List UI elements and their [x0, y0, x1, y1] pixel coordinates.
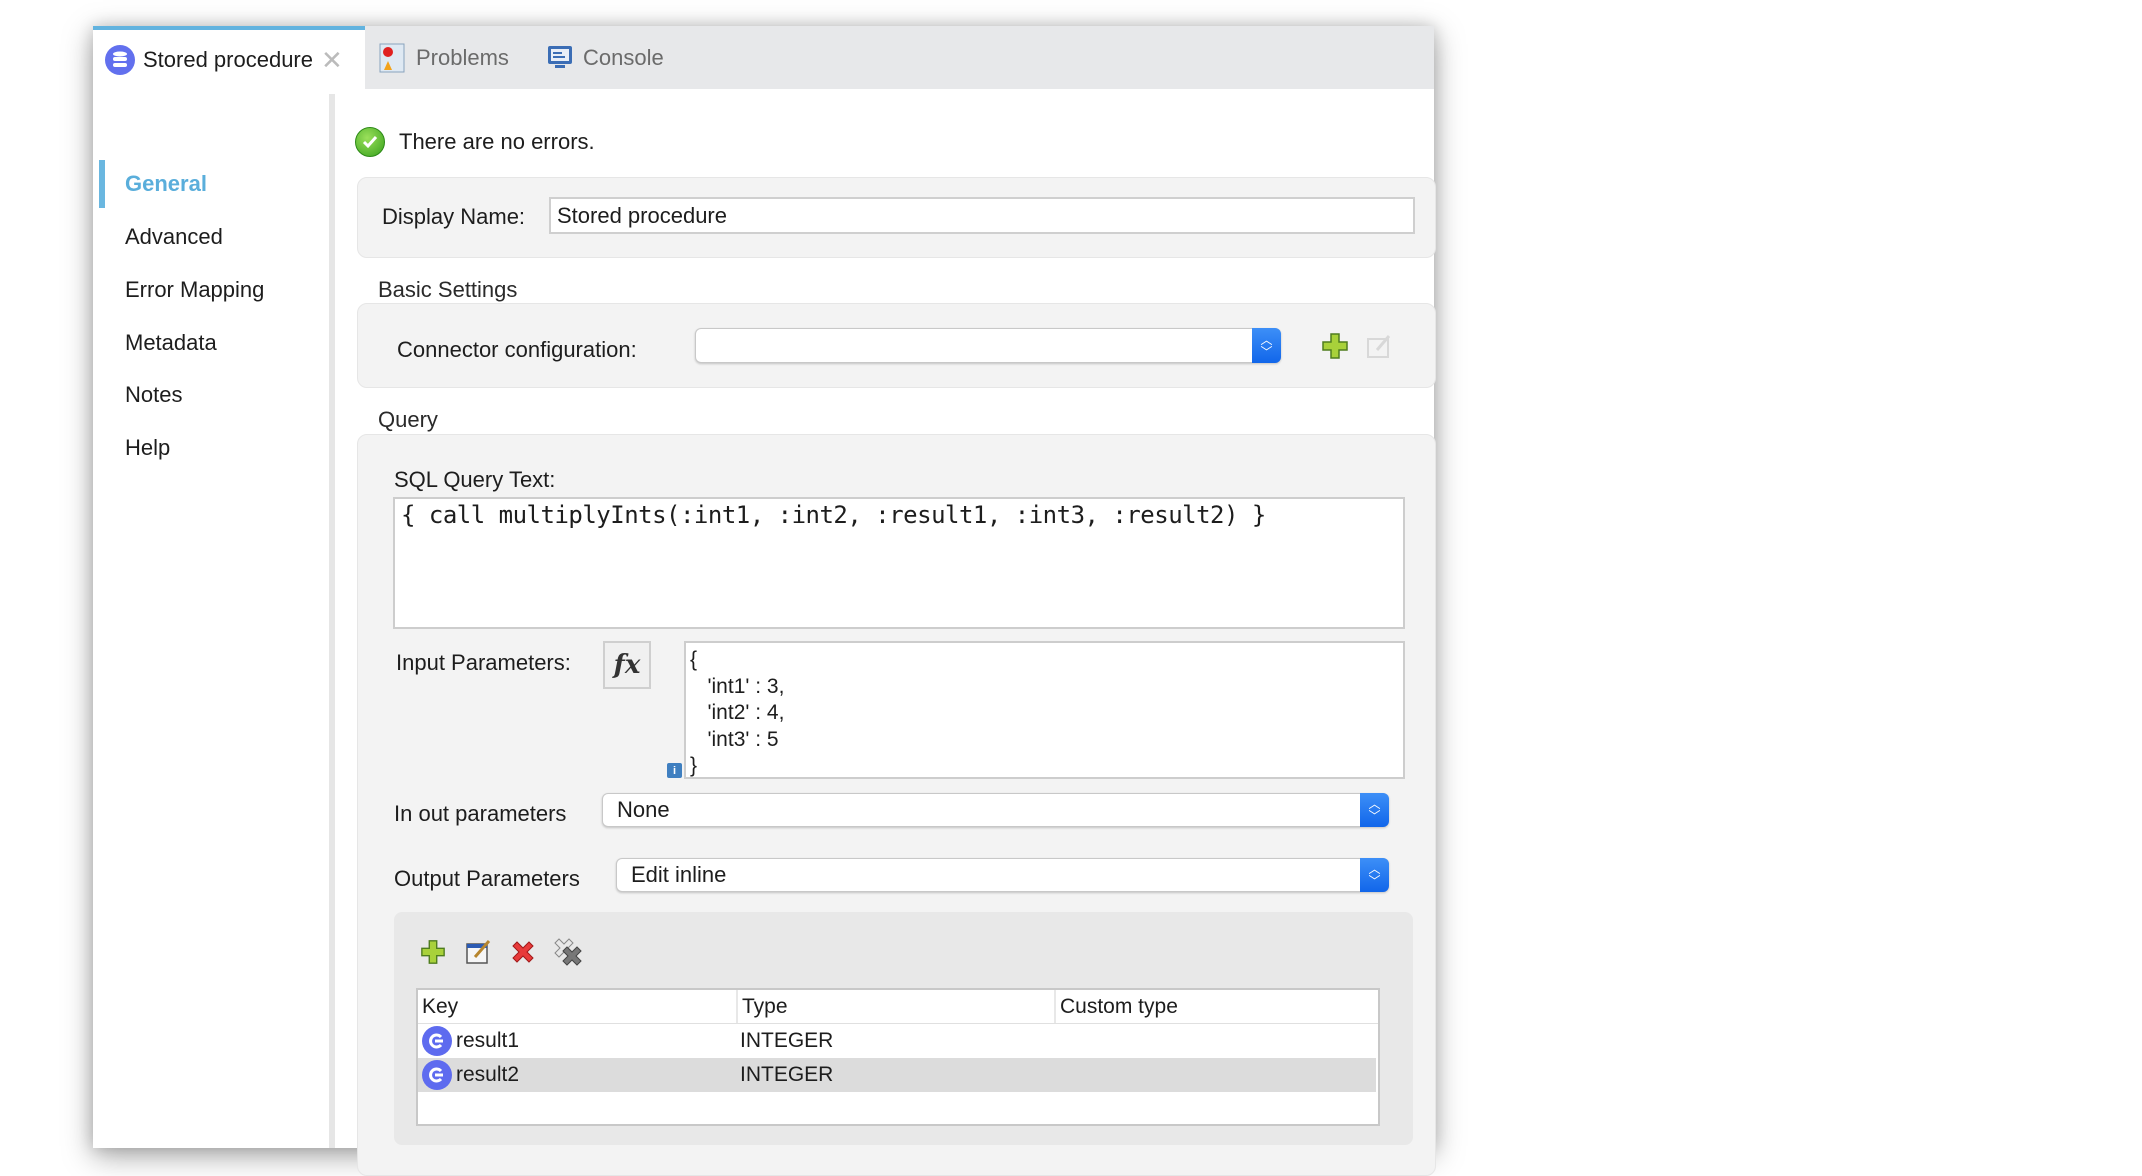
edit-icon [1367, 335, 1391, 358]
tab-console[interactable]: Console [545, 26, 664, 89]
general-content: There are no errors. Display Name: Store… [335, 89, 1436, 1176]
input-params-editor[interactable]: { 'int1' : 3, 'int2' : 4, 'int3' : 5 } [684, 641, 1405, 779]
plus-icon [1322, 333, 1348, 359]
display-name-input[interactable]: Stored procedure [549, 197, 1415, 234]
sidebar-item-metadata[interactable]: Metadata [125, 330, 217, 356]
sidebar-item-notes[interactable]: Notes [125, 382, 182, 408]
properties-window: Stored procedure ✕ Problems Console Gene… [93, 26, 1436, 1176]
sidebar-item-help[interactable]: Help [125, 435, 170, 461]
database-icon [105, 44, 135, 75]
display-name-label: Display Name: [382, 204, 526, 229]
edit-icon [466, 940, 491, 964]
type-cell: INTEGER [740, 1063, 834, 1086]
chevron-updown-icon: ︿ ﹀ [1360, 858, 1389, 892]
validation-status: There are no errors. [355, 127, 595, 157]
query-panel: SQL Query Text: { call multiplyInts(:int… [357, 434, 1436, 1176]
output-param-icon [422, 1060, 452, 1090]
delete-row-button[interactable] [506, 935, 540, 969]
output-params-panel: Key Type Custom type result1 INTEGER res… [394, 912, 1413, 1145]
tab-bar: Stored procedure ✕ Problems Console [93, 26, 1434, 89]
output-param-icon [422, 1026, 452, 1056]
column-header-type[interactable]: Type [736, 990, 1054, 1023]
input-params-label: Input Parameters: [396, 650, 571, 675]
inout-params-select[interactable]: None ︿ ﹀ [602, 793, 1389, 827]
plus-icon [421, 940, 445, 964]
connector-config-select[interactable]: ︿ ﹀ [695, 328, 1281, 363]
basic-settings-panel: Connector configuration: ︿ ﹀ [357, 303, 1436, 388]
output-params-label: Output Parameters [394, 866, 580, 891]
table-row[interactable]: result2 INTEGER [418, 1058, 1376, 1092]
inout-params-value: None [617, 797, 670, 822]
table-row[interactable]: result1 INTEGER [418, 1024, 1378, 1058]
delete-icon [512, 941, 534, 963]
output-params-select[interactable]: Edit inline ︿ ﹀ [616, 858, 1389, 892]
tab-label: Problems [416, 44, 509, 70]
edit-row-button[interactable] [461, 935, 495, 969]
display-name-panel: Display Name: Stored procedure [357, 177, 1436, 258]
tab-label: Stored procedure [143, 46, 313, 72]
tab-problems[interactable]: Problems [378, 26, 509, 89]
column-header-key[interactable]: Key [418, 990, 736, 1023]
output-params-value: Edit inline [631, 862, 727, 887]
key-cell: result2 [418, 1058, 519, 1092]
query-title: Query [378, 407, 438, 432]
sql-query-editor[interactable]: { call multiplyInts(:int1, :int2, :resul… [393, 497, 1405, 629]
edit-config-button[interactable] [1362, 329, 1396, 363]
column-header-custom-type[interactable]: Custom type [1054, 990, 1370, 1023]
key-cell: result1 [418, 1024, 519, 1058]
connector-config-label: Connector configuration: [397, 337, 637, 362]
type-cell: INTEGER [740, 1029, 834, 1052]
sidebar-item-advanced[interactable]: Advanced [125, 224, 223, 250]
sidebar-item-general[interactable]: General [125, 171, 207, 197]
chevron-updown-icon: ︿ ﹀ [1360, 793, 1389, 827]
delete-all-icon [554, 938, 582, 966]
chevron-updown-icon: ︿ ﹀ [1252, 328, 1281, 363]
tab-label: Console [583, 44, 664, 70]
sql-query-label: SQL Query Text: [394, 467, 556, 492]
problems-icon [378, 43, 408, 73]
inout-params-label: In out parameters [394, 801, 567, 826]
tab-stored-procedure[interactable]: Stored procedure ✕ [93, 26, 365, 89]
output-params-table: Key Type Custom type result1 INTEGER res… [416, 988, 1380, 1126]
table-header: Key Type Custom type [418, 990, 1378, 1024]
status-text: There are no errors. [399, 129, 595, 154]
console-icon [545, 43, 575, 73]
add-row-button[interactable] [416, 935, 450, 969]
close-icon[interactable]: ✕ [321, 47, 343, 73]
check-circle-icon [355, 127, 385, 157]
fx-expression-button[interactable]: fx [603, 641, 651, 689]
basic-settings-title: Basic Settings [378, 277, 518, 302]
info-icon: i [667, 763, 682, 778]
delete-all-button[interactable] [551, 935, 585, 969]
add-config-button[interactable] [1318, 329, 1352, 363]
sidebar-item-error-mapping[interactable]: Error Mapping [125, 277, 264, 303]
active-indicator [99, 160, 105, 208]
